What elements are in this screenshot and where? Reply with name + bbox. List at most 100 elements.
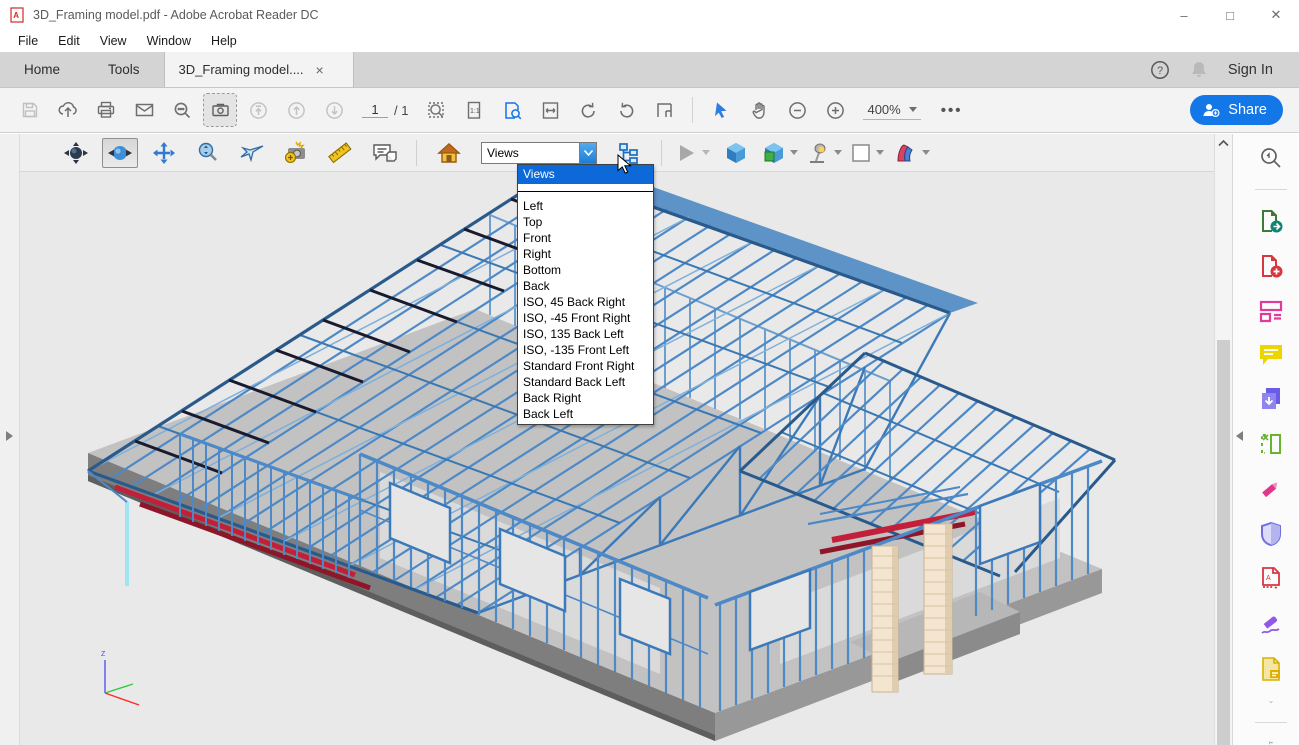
- view-option-back-right[interactable]: Back Right: [518, 390, 653, 406]
- cloud-upload-icon[interactable]: [52, 94, 84, 126]
- share-button[interactable]: Share: [1190, 95, 1283, 125]
- minimize-button[interactable]: –: [1161, 0, 1207, 30]
- view-option-standard-front-right[interactable]: Standard Front Right: [518, 358, 653, 374]
- select-tool-icon[interactable]: [705, 94, 737, 126]
- tools-panel: A: [1232, 134, 1299, 745]
- save-icon[interactable]: [14, 94, 46, 126]
- views-combobox-open-button[interactable]: [579, 143, 596, 163]
- lighting-button[interactable]: [806, 141, 842, 165]
- view-option-iso-135-back-left[interactable]: ISO, 135 Back Left: [518, 326, 653, 342]
- view-option-bottom[interactable]: Bottom: [518, 262, 653, 278]
- view-option-back[interactable]: Back: [518, 278, 653, 294]
- menu-help[interactable]: Help: [201, 34, 247, 48]
- rotate-3d-icon[interactable]: [58, 138, 94, 168]
- camera-3d-icon[interactable]: [278, 138, 314, 168]
- use-perspective-icon[interactable]: [718, 138, 754, 168]
- view-option-front[interactable]: Front: [518, 230, 653, 246]
- search-tool-icon[interactable]: [1258, 146, 1284, 170]
- search-icon[interactable]: [166, 94, 198, 126]
- background-color-button[interactable]: [850, 142, 884, 164]
- menu-window[interactable]: Window: [137, 34, 201, 48]
- export-pdf-icon[interactable]: [1258, 208, 1284, 234]
- actual-size-icon[interactable]: 1:1: [458, 94, 490, 126]
- compress-pdf-icon[interactable]: A: [1258, 566, 1284, 592]
- zoom-out-icon[interactable]: [781, 94, 813, 126]
- document-area: Views: [20, 134, 1214, 745]
- scrollbar-thumb[interactable]: [1217, 340, 1230, 745]
- menu-edit[interactable]: Edit: [48, 34, 90, 48]
- model-render-mode-button[interactable]: [762, 141, 798, 165]
- spin-3d-icon[interactable]: [102, 138, 138, 168]
- help-icon[interactable]: ?: [1150, 60, 1170, 80]
- previous-page-icon[interactable]: [280, 94, 312, 126]
- tab-document[interactable]: 3D_Framing model.... ×: [164, 52, 354, 87]
- email-icon[interactable]: [128, 94, 160, 126]
- reading-mode-icon[interactable]: [648, 94, 680, 126]
- notification-bell-icon[interactable]: [1190, 60, 1208, 80]
- chevron-down-icon: [876, 150, 884, 155]
- page-count-label: / 1: [394, 103, 408, 118]
- view-option-iso--135-front-left[interactable]: ISO, -135 Front Left: [518, 342, 653, 358]
- pdf-file-icon: A: [10, 7, 25, 23]
- tab-tools[interactable]: Tools: [84, 52, 164, 87]
- edit-pdf-icon[interactable]: [1258, 298, 1284, 324]
- more-tools-chevron-icon[interactable]: [1263, 701, 1279, 703]
- more-tools-button[interactable]: •••: [941, 102, 963, 119]
- menu-view[interactable]: View: [90, 34, 137, 48]
- print-icon[interactable]: [90, 94, 122, 126]
- zoom-3d-icon[interactable]: [190, 138, 226, 168]
- close-button[interactable]: ✕: [1253, 0, 1299, 30]
- view-option-standard-back-left[interactable]: Standard Back Left: [518, 374, 653, 390]
- organize-pages-icon[interactable]: [1258, 431, 1284, 457]
- open-tools-pane-icon[interactable]: [1262, 741, 1280, 745]
- cross-section-button[interactable]: [892, 141, 930, 165]
- stamp-tool-icon[interactable]: [1258, 656, 1284, 682]
- zoom-level-select[interactable]: 400%: [863, 100, 920, 120]
- next-page-icon[interactable]: [318, 94, 350, 126]
- zoom-page-level-icon[interactable]: [496, 94, 528, 126]
- sign-in-button[interactable]: Sign In: [1228, 62, 1273, 78]
- view-option-iso-45-back-right[interactable]: ISO, 45 Back Right: [518, 294, 653, 310]
- chevron-down-icon: [909, 107, 917, 112]
- measure-3d-icon[interactable]: [322, 138, 358, 168]
- menu-file[interactable]: File: [8, 34, 48, 48]
- comment-tool-icon[interactable]: [1258, 343, 1284, 367]
- view-option-left[interactable]: Left: [518, 198, 653, 214]
- rotate-counterclockwise-icon[interactable]: [610, 94, 642, 126]
- fly-3d-icon[interactable]: [234, 138, 270, 168]
- vertical-scrollbar[interactable]: [1214, 134, 1232, 745]
- tab-home[interactable]: Home: [0, 52, 84, 87]
- view-option-right[interactable]: Right: [518, 246, 653, 262]
- snapshot-tool-icon[interactable]: [204, 94, 236, 126]
- view-option-back-left[interactable]: Back Left: [518, 406, 653, 422]
- tab-close-icon[interactable]: ×: [316, 62, 324, 78]
- svg-text:A: A: [13, 11, 19, 20]
- views-combobox[interactable]: Views: [481, 142, 597, 164]
- expand-nav-pane-icon[interactable]: [6, 431, 13, 441]
- fill-sign-icon[interactable]: [1258, 611, 1284, 637]
- view-option-iso--45-front-right[interactable]: ISO, -45 Front Right: [518, 310, 653, 326]
- navigation-pane-strip: [0, 134, 20, 745]
- create-pdf-icon[interactable]: [1258, 253, 1284, 279]
- comment-3d-icon[interactable]: [366, 138, 402, 168]
- page-number-input[interactable]: [362, 102, 388, 118]
- fit-width-icon[interactable]: [534, 94, 566, 126]
- pan-3d-icon[interactable]: [146, 138, 182, 168]
- rotate-clockwise-icon[interactable]: [572, 94, 604, 126]
- zoom-in-icon[interactable]: [819, 94, 851, 126]
- chevron-down-icon: [922, 150, 930, 155]
- chevron-down-icon: [790, 150, 798, 155]
- redact-marker-icon[interactable]: [1258, 476, 1284, 502]
- combine-files-icon[interactable]: [1258, 386, 1284, 412]
- maximize-button[interactable]: □: [1207, 0, 1253, 30]
- first-page-icon[interactable]: [242, 94, 274, 126]
- protect-shield-icon[interactable]: [1258, 521, 1284, 547]
- scroll-up-icon[interactable]: [1218, 139, 1229, 147]
- collapse-tools-pane-icon[interactable]: [1236, 431, 1243, 441]
- play-animation-button[interactable]: [676, 143, 710, 163]
- zoom-level-value: 400%: [867, 102, 900, 117]
- marquee-zoom-icon[interactable]: [420, 94, 452, 126]
- default-view-home-icon[interactable]: [431, 138, 467, 168]
- view-option-top[interactable]: Top: [518, 214, 653, 230]
- hand-tool-icon[interactable]: [743, 94, 775, 126]
